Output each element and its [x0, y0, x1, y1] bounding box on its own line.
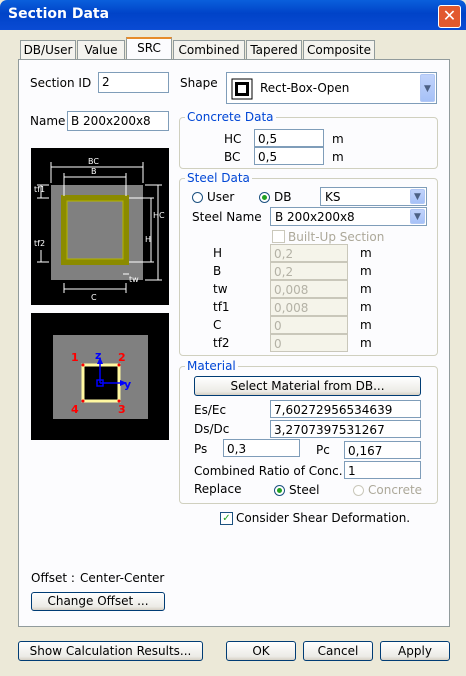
diagram-hc-label: HC [153, 211, 165, 220]
builtup-checkbox[interactable] [272, 230, 285, 243]
steel-name-dropdown[interactable]: B 200x200x8 ▼ [270, 207, 427, 226]
tab-src[interactable]: SRC [126, 37, 172, 61]
axis-y-label: y [124, 378, 131, 391]
replace-steel-label[interactable]: Steel [289, 483, 319, 497]
steel-name-value: B 200x200x8 [275, 210, 355, 224]
hc-unit: m [332, 132, 344, 146]
diagram-tf2-label: tf2 [34, 239, 45, 248]
db-radio[interactable] [259, 192, 270, 203]
steel-tf1-unit: m [360, 300, 372, 314]
db-dropdown[interactable]: KS ▼ [320, 187, 427, 206]
diagram-b-label: B [91, 167, 97, 176]
builtup-label: Built-Up Section [288, 230, 385, 244]
section-preview: z y 1 2 3 4 [31, 313, 169, 440]
shape-label: Shape [180, 76, 218, 90]
steel-h-unit: m [360, 246, 372, 260]
hc-input[interactable]: 0,5 [254, 129, 324, 147]
diagram-tf1-label: tf1 [34, 185, 45, 194]
cancel-button[interactable]: Cancel [303, 641, 373, 661]
steel-tf2-label: tf2 [213, 336, 230, 350]
select-material-button[interactable]: Select Material from DB... [194, 376, 421, 396]
node-4-label: 4 [71, 403, 79, 416]
hc-label: HC [224, 132, 242, 146]
diagram-c-label: C [91, 293, 97, 302]
tab-composite[interactable]: Composite [303, 40, 375, 59]
bc-input[interactable]: 0,5 [254, 147, 324, 165]
apply-button[interactable]: Apply [380, 641, 450, 661]
diagram-h-label: H [145, 235, 151, 244]
steel-tf2-unit: m [360, 336, 372, 350]
steel-name-label: Steel Name [192, 210, 262, 224]
steel-b-input[interactable]: 0,2 [270, 262, 348, 280]
pc-input[interactable]: 0,167 [344, 441, 421, 459]
user-radio-label[interactable]: User [207, 190, 234, 204]
chevron-down-icon[interactable]: ▼ [410, 189, 425, 204]
node-3-label: 3 [118, 403, 126, 416]
section-id-input[interactable]: 2 [98, 72, 169, 93]
axis-z-label: z [95, 349, 101, 362]
steel-h-input[interactable]: 0,2 [270, 244, 348, 262]
shear-deformation-checkbox[interactable]: ✓ [220, 512, 233, 525]
ps-input[interactable]: 0,3 [223, 439, 300, 457]
show-calculation-results-button[interactable]: Show Calculation Results... [18, 641, 203, 661]
steel-b-label: B [213, 264, 222, 278]
node-2-label: 2 [118, 351, 126, 364]
ok-button[interactable]: OK [226, 641, 296, 661]
pc-label: Pc [316, 443, 330, 457]
shape-dropdown[interactable]: Rect-Box-Open ▼ [226, 72, 437, 104]
steel-c-input[interactable]: 0 [270, 316, 348, 334]
tab-db-user[interactable]: DB/User [20, 40, 76, 59]
bc-unit: m [332, 150, 344, 164]
steel-tf2-input[interactable]: 0 [270, 334, 348, 352]
node-1-label: 1 [71, 351, 79, 364]
shape-value: Rect-Box-Open [260, 81, 350, 95]
change-offset-button[interactable]: Change Offset ... [31, 592, 165, 611]
name-label: Name [30, 114, 66, 128]
replace-steel-radio[interactable] [274, 485, 285, 496]
db-radio-label[interactable]: DB [274, 190, 291, 204]
user-radio[interactable] [192, 192, 203, 203]
steel-b-unit: m [360, 264, 372, 278]
replace-concrete-radio[interactable] [353, 485, 364, 496]
section-diagram: BC B HC H C tw tf1 tf2 [31, 148, 169, 305]
close-button[interactable]: ✕ [438, 5, 461, 28]
chevron-down-icon[interactable]: ▼ [410, 209, 425, 224]
diagram-tw-label: tw [129, 275, 139, 284]
tab-combined[interactable]: Combined [173, 40, 245, 59]
offset-value: Center-Center [80, 571, 165, 585]
rect-box-icon [231, 78, 253, 100]
material-title: Material [185, 359, 238, 373]
ds-dc-input[interactable]: 3,2707397531267 [270, 420, 421, 438]
steel-tw-unit: m [360, 282, 372, 296]
offset-label: Offset : [31, 571, 75, 585]
ds-dc-label: Ds/Dc [194, 422, 230, 436]
replace-concrete-label[interactable]: Concrete [368, 483, 422, 497]
shear-deformation-label[interactable]: Consider Shear Deformation. [236, 511, 410, 525]
chevron-down-icon[interactable]: ▼ [420, 74, 435, 102]
es-ec-label: Es/Ec [194, 403, 227, 417]
db-dropdown-value: KS [325, 190, 341, 204]
combined-ratio-input[interactable]: 1 [344, 461, 421, 479]
steel-data-title: Steel Data [185, 171, 252, 185]
name-input[interactable]: B 200x200x8 [67, 111, 169, 131]
steel-tw-label: tw [213, 282, 228, 296]
steel-tw-input[interactable]: 0,008 [270, 280, 348, 298]
steel-c-label: C [213, 318, 222, 332]
steel-tf1-input[interactable]: 0,008 [270, 298, 348, 316]
concrete-data-title: Concrete Data [185, 110, 276, 124]
combined-ratio-label: Combined Ratio of Conc. [194, 464, 343, 478]
steel-h-label: H [213, 246, 223, 260]
section-id-label: Section ID [30, 76, 92, 90]
tab-value[interactable]: Value [77, 40, 125, 59]
es-ec-input[interactable]: 7,60272956534639 [270, 400, 421, 418]
steel-tf1-label: tf1 [213, 300, 230, 314]
ps-label: Ps [194, 442, 208, 456]
bc-label: BC [224, 150, 241, 164]
window-title: Section Data [8, 6, 110, 22]
diagram-bc-label: BC [88, 157, 99, 166]
replace-label: Replace [194, 482, 242, 496]
tab-tapered[interactable]: Tapered [246, 40, 302, 59]
steel-c-unit: m [360, 318, 372, 332]
